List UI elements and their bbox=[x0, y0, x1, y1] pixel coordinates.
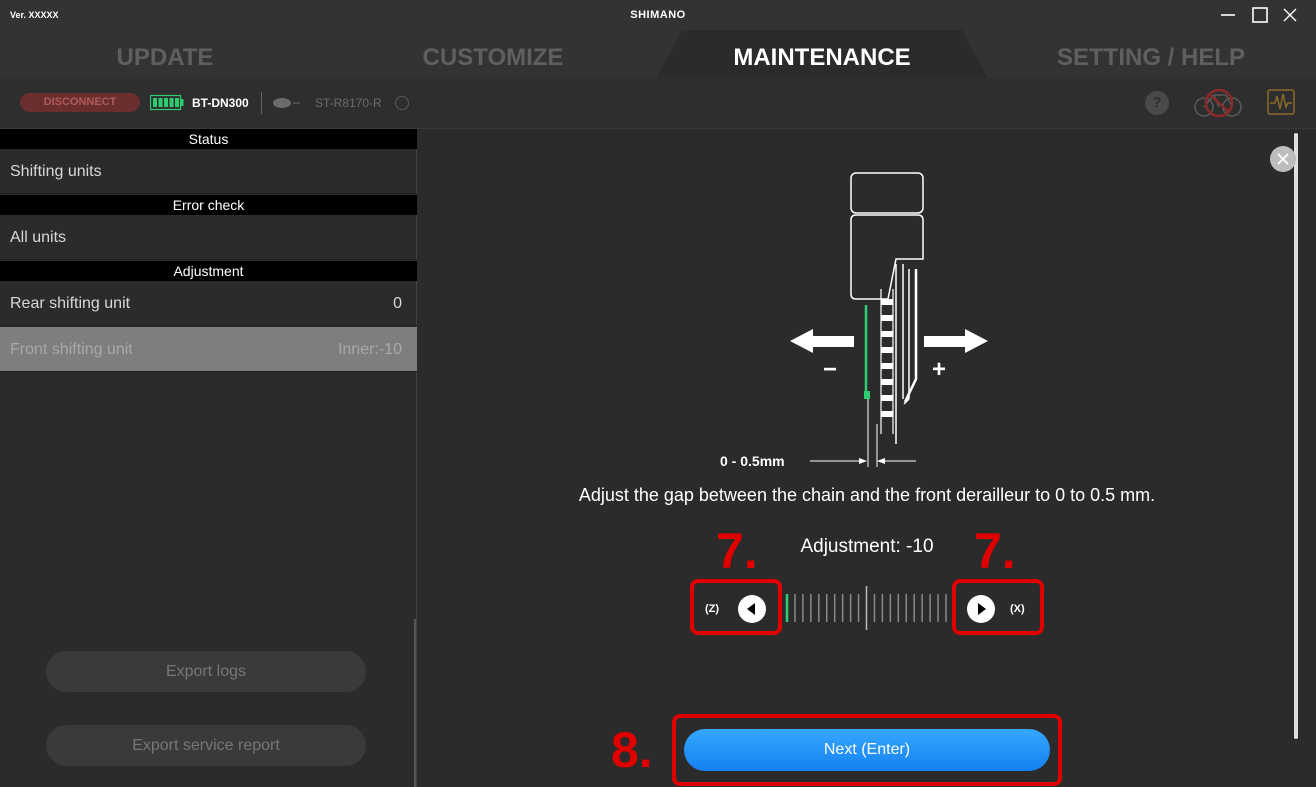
no-bike-icon[interactable] bbox=[1190, 83, 1248, 123]
help-icon[interactable]: ? bbox=[1145, 91, 1169, 115]
close-x-icon bbox=[1277, 153, 1289, 165]
sidebar-item-rear-shifting-unit[interactable]: Rear shifting unit 0 bbox=[0, 281, 417, 326]
minus-label: − bbox=[823, 356, 838, 383]
sidebar-scrollbar[interactable] bbox=[414, 619, 416, 787]
adjustment-label: Adjustment: -10 bbox=[800, 536, 934, 557]
minimize-icon[interactable] bbox=[1219, 6, 1237, 24]
shifter-icon bbox=[273, 98, 300, 108]
brand-logo: SHIMANO bbox=[630, 9, 686, 21]
section-header-error-check: Error check bbox=[0, 195, 417, 215]
sidebar-item-label: All units bbox=[10, 229, 67, 246]
battery-icon bbox=[150, 94, 184, 111]
annotation-step-7-left: 7. bbox=[716, 523, 758, 579]
maximize-icon[interactable] bbox=[1251, 6, 1269, 24]
sidebar-item-value: 0 bbox=[393, 295, 402, 312]
annotation-step-7-right: 7. bbox=[974, 523, 1016, 579]
app-window: Ver. XXXXX SHIMANO UPDATE CUSTOMIZE MAIN… bbox=[0, 0, 1316, 787]
section-header-status: Status bbox=[0, 129, 417, 149]
waveform-icon[interactable] bbox=[1267, 89, 1295, 115]
sidebar-item-label: Shifting units bbox=[10, 163, 102, 180]
gap-label: 0 - 0.5mm bbox=[720, 453, 785, 469]
main-panel: − + 0 - 0.5mm Adjust the gap between the… bbox=[418, 129, 1316, 787]
title-bar: Ver. XXXXX SHIMANO bbox=[0, 0, 1316, 30]
sidebar-item-all-units[interactable]: All units bbox=[0, 215, 417, 260]
sidebar: Status Shifting units Error check All un… bbox=[0, 129, 417, 787]
sidebar-item-label: Rear shifting unit bbox=[10, 295, 131, 312]
section-header-adjustment: Adjustment bbox=[0, 261, 417, 281]
sidebar-item-label: Front shifting unit bbox=[10, 341, 133, 358]
device-status-icon bbox=[395, 96, 409, 110]
annotation-step-8: 8. bbox=[611, 722, 653, 778]
device-name-secondary[interactable]: ST-R8170-R bbox=[315, 96, 382, 110]
instruction-text: Adjust the gap between the chain and the… bbox=[578, 485, 1156, 505]
tab-customize[interactable]: CUSTOMIZE bbox=[373, 44, 613, 72]
tab-setting-help[interactable]: SETTING / HELP bbox=[1031, 44, 1271, 72]
next-button[interactable]: Next (Enter) bbox=[684, 729, 1050, 771]
sidebar-item-value: Inner:-10 bbox=[337, 341, 402, 358]
sidebar-item-shifting-units[interactable]: Shifting units bbox=[0, 149, 417, 194]
adjustment-slider[interactable] bbox=[785, 584, 948, 632]
device-name-primary[interactable]: BT-DN300 bbox=[192, 96, 249, 110]
export-logs-button[interactable]: Export logs bbox=[46, 651, 366, 692]
divider bbox=[261, 92, 262, 114]
device-bar: DISCONNECT BT-DN300 ST-R8170-R ? bbox=[0, 77, 1316, 129]
close-dialog-button[interactable] bbox=[1270, 146, 1296, 172]
annotation-box-increase bbox=[952, 579, 1044, 635]
plus-label: + bbox=[932, 356, 947, 383]
disconnect-button[interactable]: DISCONNECT bbox=[20, 93, 140, 112]
export-service-report-button[interactable]: Export service report bbox=[46, 725, 366, 766]
main-scrollbar[interactable] bbox=[1294, 133, 1298, 739]
tab-maintenance[interactable]: MAINTENANCE bbox=[702, 44, 942, 72]
derailleur-diagram bbox=[790, 172, 988, 467]
close-icon[interactable] bbox=[1281, 6, 1299, 24]
tab-bar: UPDATE CUSTOMIZE MAINTENANCE SETTING / H… bbox=[0, 30, 1316, 77]
tab-update[interactable]: UPDATE bbox=[45, 44, 285, 72]
sidebar-item-front-shifting-unit[interactable]: Front shifting unit Inner:-10 bbox=[0, 327, 417, 372]
annotation-box-decrease bbox=[690, 579, 782, 635]
